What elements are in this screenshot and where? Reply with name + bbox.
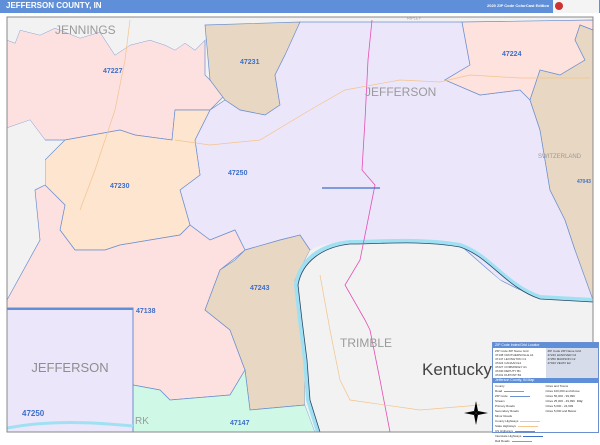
logo-icon [555,2,563,10]
zip-label-47231: 47231 [240,59,260,66]
zip-index-row: 47231 DUPONT B1 [495,373,522,377]
county-label-clark: RK [135,416,149,427]
line-key: County Road ZIP Code Stream Primary Road… [495,384,546,444]
publisher-logo [553,0,599,13]
state-label-kentucky: Kentucky [422,360,492,379]
map-title: JEFFERSON COUNTY, IN [6,1,102,10]
zip-label-47227: 47227 [103,68,123,75]
zip-label-47138: 47138 [136,308,156,315]
zip-label-47147: 47147 [230,420,250,427]
zip-label-47224: 47224 [502,51,522,58]
county-label-trimble: TRIMBLE [340,336,392,350]
edition-label: 2020 ZIP Code ColorCast Edition [487,3,550,8]
legend: ZIP Code Index/Grid Locator ZIP Code ZIP… [492,342,599,443]
county-label-jennings: JENNINGS [55,23,116,37]
county-label-ripley: RIPLEY [407,16,422,21]
city-key: Cities and Towns Cities 100,000 and Abov… [545,384,583,413]
zip-label-47243: 47243 [250,285,270,292]
inset-zip-label: 47250 [22,409,45,418]
title-bar: JEFFERSON COUNTY, IN 2020 ZIP Code Color… [0,0,600,13]
inset-county-label: JEFFERSON [31,360,108,375]
zip-label-47250: 47250 [228,170,248,177]
inset-map[interactable]: JEFFERSON 47250 [6,307,134,433]
county-label-jefferson: JEFFERSON [365,85,436,99]
zip-index-row: 47043 VEVAY E2 [547,361,571,365]
zip-label-47043: 47043 [577,179,591,185]
zip-index-table: ZIP Code ZIP Name Grid 47138 CROTHERSVIL… [493,348,598,378]
county-label-switzerland: SWITZERLAND [538,154,582,160]
zip-label-47230: 47230 [110,183,130,190]
